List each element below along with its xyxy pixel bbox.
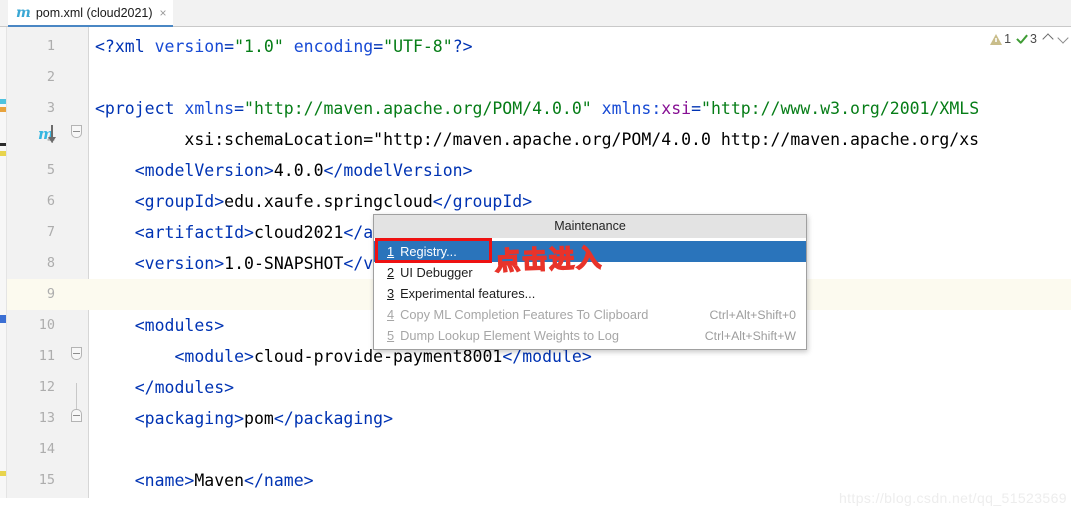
editor-tab-bar: m pom.xml (cloud2021) ×	[0, 0, 1071, 27]
line-number: 9	[46, 286, 55, 302]
fold-marker-project[interactable]	[71, 125, 82, 138]
watermark: https://blog.csdn.net/qq_51523569	[838, 490, 1067, 506]
menu-item-label: Dump Lookup Element Weights to Log	[400, 328, 619, 343]
menu-item-copy-ml-completion-features-to-clipboard: 4 Copy ML Completion Features To Clipboar…	[374, 304, 806, 325]
code-line: 2	[0, 62, 1071, 93]
line-number: 10	[38, 317, 55, 333]
tab-label: pom.xml (cloud2021)	[35, 5, 153, 20]
close-icon[interactable]: ×	[160, 7, 167, 19]
ok-indicator[interactable]: 3	[1015, 32, 1037, 46]
line-number: 1	[46, 38, 55, 54]
code-line: 14	[0, 434, 1071, 465]
code-text: <modelVersion>4.0.0</modelVersion>	[134, 161, 473, 180]
check-icon	[1015, 33, 1028, 46]
code-line: 1 <?xml version="1.0" encoding="UTF-8"?>	[0, 31, 1071, 62]
line-number: 14	[38, 441, 55, 457]
code-text: <project xmlns="http://maven.apache.org/…	[95, 99, 980, 118]
menu-mnemonic: 1	[387, 244, 395, 259]
warning-count: 1	[1004, 32, 1012, 46]
code-text: <?xml version="1.0" encoding="UTF-8"?>	[95, 37, 473, 56]
line-number: 6	[46, 193, 55, 209]
warning-triangle-icon	[990, 33, 1003, 45]
line-number: 12	[38, 379, 55, 395]
code-text: <name>Maven</name>	[134, 471, 314, 490]
menu-mnemonic: 4	[387, 307, 395, 322]
line-number: 3	[46, 100, 55, 116]
chevron-down-icon[interactable]	[1057, 31, 1069, 44]
menu-mnemonic: 3	[387, 286, 395, 301]
ok-count: 3	[1030, 32, 1037, 46]
code-text: <packaging>pom</packaging>	[134, 409, 394, 428]
menu-item-dump-lookup-element-weights-to-log: 5 Dump Lookup Element Weights to Log Ctrl+…	[374, 325, 806, 346]
menu-item-label: UI Debugger	[400, 265, 473, 280]
code-line: 13 <packaging>pom</packaging>	[0, 403, 1071, 434]
line-number: 11	[38, 348, 55, 364]
maintenance-menu[interactable]: Maintenance 1 Registry... 2 UI Debugger 3 Exp…	[373, 214, 807, 350]
menu-item-label: Experimental features...	[400, 286, 536, 301]
menu-item-registry[interactable]: 1 Registry...	[374, 241, 806, 262]
menu-item-experimental-features[interactable]: 3 Experimental features...	[374, 283, 806, 304]
tab-pom-xml[interactable]: m pom.xml (cloud2021) ×	[8, 0, 173, 27]
menu-mnemonic: 5	[387, 328, 395, 343]
code-line: 12 </modules>	[0, 372, 1071, 403]
line-number: 8	[46, 255, 55, 271]
fold-marker-modules-end[interactable]	[71, 409, 82, 422]
menu-title: Maintenance	[374, 215, 806, 239]
code-text: xsi:schemaLocation="http://maven.apache.…	[95, 130, 980, 149]
maven-reimport-icon[interactable]: m	[38, 125, 64, 147]
code-line: 6 <groupId>edu.xaufe.springcloud</groupI…	[0, 186, 1071, 217]
menu-item-label: Copy ML Completion Features To Clipboard	[400, 307, 649, 322]
code-line: 4 xsi:schemaLocation="http://maven.apach…	[0, 124, 1071, 155]
line-number: 5	[46, 162, 55, 178]
chevron-up-icon[interactable]	[1042, 33, 1054, 45]
menu-item-label: Registry...	[400, 244, 457, 259]
code-line: 3 <project xmlns="http://maven.apache.org…	[0, 93, 1071, 124]
line-number: 13	[38, 410, 55, 426]
menu-item-shortcut: Ctrl+Alt+Shift+0	[709, 307, 796, 322]
fold-guide-line	[76, 383, 77, 409]
code-text: </modules>	[134, 378, 235, 397]
warning-indicator[interactable]: 1	[990, 32, 1011, 46]
menu-item-shortcut: Ctrl+Alt+Shift+W	[704, 328, 796, 343]
line-number: 7	[46, 224, 55, 240]
line-number: 15	[38, 472, 55, 488]
menu-item-list: 1 Registry... 2 UI Debugger 3 Experimental fe…	[374, 239, 806, 349]
fold-marker-modules[interactable]	[71, 347, 82, 360]
maven-m-icon: m	[16, 4, 31, 21]
menu-mnemonic: 2	[387, 265, 395, 280]
code-line: 5 <modelVersion>4.0.0</modelVersion>	[0, 155, 1071, 186]
menu-item-ui-debugger[interactable]: 2 UI Debugger	[374, 262, 806, 283]
code-text: <modules>	[134, 316, 225, 335]
code-text: <groupId>edu.xaufe.springcloud</groupId>	[134, 192, 533, 211]
inspection-widget[interactable]: 1 3	[990, 31, 1069, 46]
line-number: 2	[46, 69, 55, 85]
